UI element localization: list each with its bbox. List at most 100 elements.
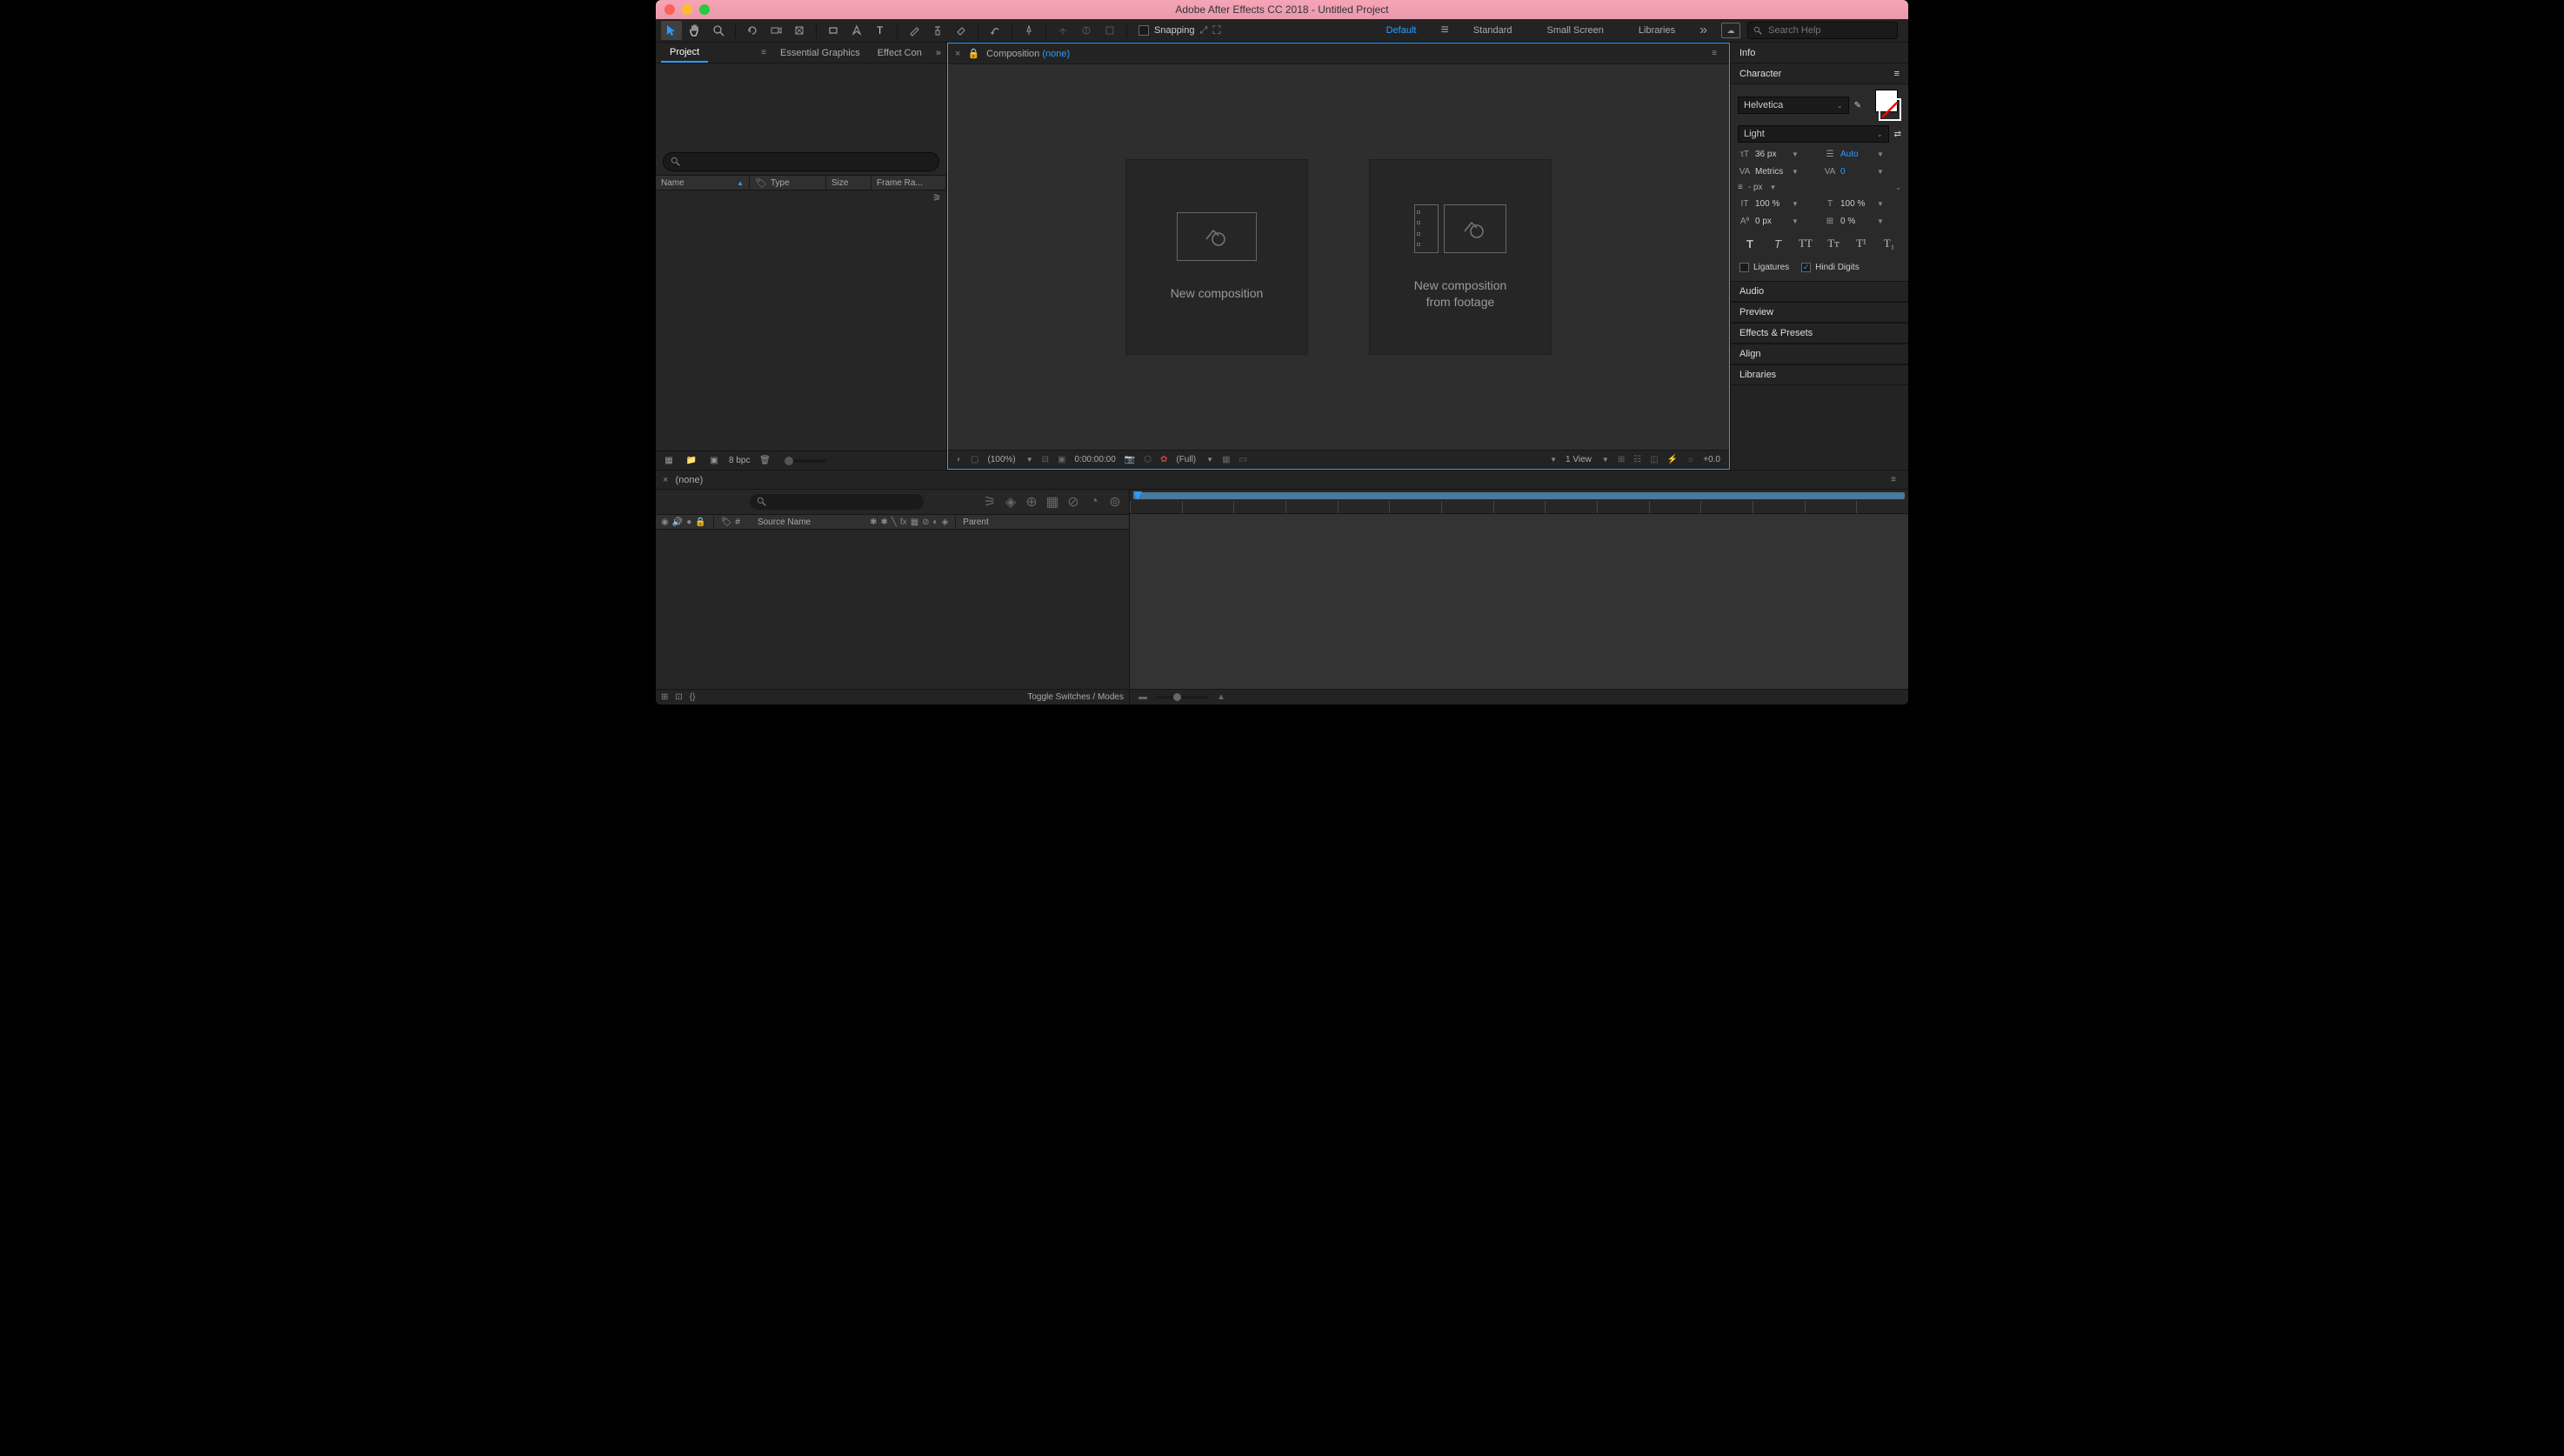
rectangle-tool[interactable]: [823, 21, 844, 40]
col-source-name[interactable]: Source Name: [758, 518, 811, 527]
switch-shy-icon[interactable]: ✱: [870, 518, 877, 527]
project-tab-menu-icon[interactable]: ≡: [761, 48, 766, 57]
dropdown-icon[interactable]: ▼: [1602, 456, 1609, 464]
font-style-select[interactable]: Light⌄: [1738, 125, 1889, 143]
delete-icon[interactable]: 🗑: [757, 455, 772, 467]
comp-mini-flowchart-icon[interactable]: ⚞: [983, 495, 997, 509]
dropdown-icon[interactable]: ▼: [1550, 456, 1557, 464]
panel-menu-icon[interactable]: ≡: [1894, 69, 1900, 79]
timeline-tracks[interactable]: [1130, 514, 1908, 689]
timeline-tab-menu-icon[interactable]: ≡: [1891, 475, 1896, 484]
leading-value[interactable]: Auto: [1840, 150, 1872, 159]
brackets-icon[interactable]: {}: [690, 692, 696, 702]
solo-switch-icon[interactable]: ●: [686, 518, 691, 527]
all-caps-button[interactable]: TT: [1797, 236, 1814, 251]
new-folder-icon[interactable]: 📁: [684, 455, 699, 467]
vscale-value[interactable]: 100 %: [1755, 199, 1786, 209]
faux-italic-button[interactable]: T: [1769, 236, 1786, 251]
ruler-icon[interactable]: ☷: [1633, 455, 1641, 464]
small-caps-button[interactable]: Tᴛ: [1825, 236, 1842, 251]
bpc-label[interactable]: 8 bpc: [729, 456, 750, 465]
graph-editor-icon[interactable]: ◔: [1087, 495, 1101, 509]
zoom-in-icon[interactable]: ▲: [1217, 692, 1225, 702]
magnification-icon[interactable]: ◐: [957, 455, 962, 464]
close-window-button[interactable]: [664, 4, 675, 15]
timeline-tab-label[interactable]: (none): [675, 475, 703, 485]
transparency-grid-icon[interactable]: ▦: [1222, 455, 1230, 464]
font-size-value[interactable]: 36 px: [1755, 150, 1786, 159]
flowchart-icon[interactable]: ⚞: [932, 192, 941, 204]
pan-behind-tool[interactable]: [789, 21, 810, 40]
search-help-box[interactable]: [1747, 22, 1898, 39]
interpret-footage-icon[interactable]: ▦: [661, 455, 677, 467]
toggle-switches-modes[interactable]: Toggle Switches / Modes: [1027, 692, 1124, 702]
roi-icon[interactable]: ▣: [1058, 455, 1065, 464]
tsume-value[interactable]: 0 %: [1840, 217, 1872, 226]
clone-stamp-tool[interactable]: [927, 21, 948, 40]
dropdown-icon[interactable]: ▼: [1770, 184, 1777, 191]
dropdown-icon[interactable]: ▼: [1877, 168, 1884, 176]
brainstorm-icon[interactable]: ⊚: [1108, 495, 1122, 509]
new-composition-button[interactable]: New composition: [1125, 159, 1308, 355]
selection-tool[interactable]: [661, 21, 682, 40]
fast-preview-icon[interactable]: ⚡: [1667, 455, 1678, 464]
workspace-default-menu-icon[interactable]: ≡: [1433, 23, 1455, 38]
baseline-value[interactable]: 0 px: [1755, 217, 1786, 226]
project-items-list[interactable]: ⚞: [656, 190, 946, 451]
font-family-select[interactable]: Helvetica⌄: [1738, 97, 1849, 114]
minimize-window-button[interactable]: [682, 4, 692, 15]
audio-switch-icon[interactable]: 🔊: [672, 518, 683, 527]
preview-panel-header[interactable]: Preview: [1731, 302, 1908, 323]
workspace-overflow-icon[interactable]: »: [1693, 23, 1714, 38]
stroke-over-fill-dropdown[interactable]: ⌄: [1895, 184, 1901, 191]
subscript-button[interactable]: T₁: [1880, 236, 1898, 251]
snap-bounds-icon[interactable]: ⛶: [1212, 23, 1220, 37]
new-comp-icon[interactable]: ▣: [706, 455, 722, 467]
project-search[interactable]: [663, 152, 939, 171]
pixel-aspect-icon[interactable]: ◫: [1650, 455, 1658, 464]
mask-icon[interactable]: ▭: [1239, 455, 1247, 464]
libraries-panel-header[interactable]: Libraries: [1731, 364, 1908, 385]
eraser-tool[interactable]: [951, 21, 972, 40]
col-type[interactable]: 🏷Type: [750, 176, 826, 190]
channel-icon[interactable]: ⬡: [1144, 455, 1152, 464]
dropdown-icon[interactable]: ▼: [1792, 150, 1799, 158]
tracking-value[interactable]: 0: [1840, 167, 1872, 177]
zoom-level[interactable]: (100%): [988, 455, 1016, 464]
col-name[interactable]: Name▲: [656, 176, 750, 190]
kerning-value[interactable]: Metrics: [1755, 167, 1786, 177]
timeline-ruler[interactable]: [1130, 490, 1908, 514]
color-swatch[interactable]: [1870, 90, 1901, 121]
switch-adjustment-icon[interactable]: ◐: [933, 518, 938, 527]
new-composition-from-footage-button[interactable]: New compositionfrom footage: [1369, 159, 1552, 355]
lock-switch-icon[interactable]: 🔒: [695, 518, 705, 527]
exposure-icon[interactable]: ☼: [1686, 455, 1694, 464]
align-panel-header[interactable]: Align: [1731, 344, 1908, 364]
sync-settings-icon[interactable]: ☁: [1721, 23, 1740, 38]
toggle-switches-icon[interactable]: ⊡: [675, 692, 682, 702]
roto-brush-tool[interactable]: [985, 21, 1005, 40]
resolution-toggle-icon[interactable]: ⊟: [1042, 455, 1049, 464]
work-area-bar[interactable]: [1133, 492, 1905, 499]
audio-panel-header[interactable]: Audio: [1731, 281, 1908, 302]
video-switch-icon[interactable]: ◉: [661, 518, 669, 527]
faux-bold-button[interactable]: T: [1741, 236, 1759, 251]
dropdown-icon[interactable]: ▼: [1792, 168, 1799, 176]
snapshot-icon[interactable]: 📷: [1125, 455, 1135, 464]
hscale-value[interactable]: 100 %: [1840, 199, 1872, 209]
exposure-value[interactable]: +0.0: [1703, 455, 1720, 464]
dropdown-icon[interactable]: ▼: [1206, 456, 1213, 464]
frame-blend-icon[interactable]: ▦: [1045, 495, 1059, 509]
snapping-checkbox[interactable]: [1138, 25, 1149, 36]
snap-collapse-icon[interactable]: ⤢: [1200, 25, 1208, 37]
brush-tool[interactable]: [904, 21, 925, 40]
hand-tool[interactable]: [684, 21, 705, 40]
effect-controls-tab[interactable]: Effect Con: [869, 43, 931, 63]
stroke-width-value[interactable]: - px: [1748, 183, 1763, 192]
superscript-button[interactable]: T¹: [1853, 236, 1870, 251]
view-layout[interactable]: 1 View: [1566, 455, 1592, 464]
col-parent[interactable]: Parent: [963, 518, 988, 527]
color-mgmt-icon[interactable]: ✿: [1160, 455, 1167, 464]
camera-tool[interactable]: [765, 21, 786, 40]
close-comp-tab-icon[interactable]: ×: [955, 49, 960, 59]
